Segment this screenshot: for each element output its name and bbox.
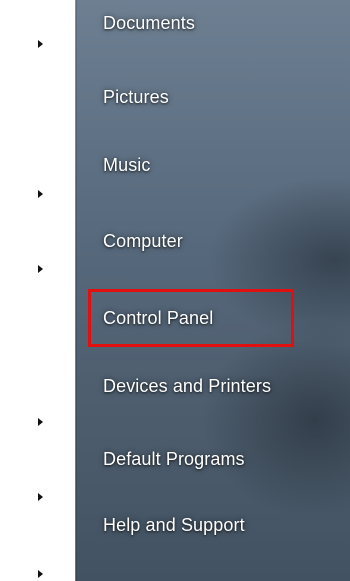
menu-item-documents[interactable]: Documents <box>75 0 350 51</box>
menu-item-music[interactable]: Music <box>75 137 350 193</box>
start-menu-screenshot: ​ Documents Pictures Music Computer Cont… <box>0 0 350 581</box>
menu-item-computer[interactable]: Computer <box>75 213 350 269</box>
menu-item-label: Control Panel <box>103 307 214 328</box>
menu-item-label: Computer <box>103 230 183 251</box>
submenu-arrow-icon[interactable] <box>38 493 43 501</box>
menu-item-label: Pictures <box>103 86 169 107</box>
submenu-arrow-icon[interactable] <box>38 570 43 578</box>
menu-item-label: Devices and Printers <box>103 375 272 396</box>
menu-item-pictures[interactable]: Pictures <box>75 69 350 125</box>
submenu-arrow-icon[interactable] <box>38 190 43 198</box>
menu-item-help-and-support[interactable]: Help and Support <box>75 497 350 553</box>
menu-item-default-programs[interactable]: Default Programs <box>75 431 350 487</box>
submenu-arrow-icon[interactable] <box>38 265 43 273</box>
menu-item-label: Help and Support <box>103 514 245 535</box>
menu-item-control-panel[interactable]: Control Panel <box>75 290 350 346</box>
submenu-arrow-icon[interactable] <box>38 40 43 48</box>
menu-item-label: Default Programs <box>103 448 245 469</box>
menu-item-label: Documents <box>103 12 195 33</box>
menu-item-label: Music <box>103 154 151 175</box>
start-menu-left-column <box>0 0 75 581</box>
submenu-arrow-icon[interactable] <box>38 418 43 426</box>
menu-item-devices-and-printers[interactable]: Devices and Printers <box>75 358 350 414</box>
